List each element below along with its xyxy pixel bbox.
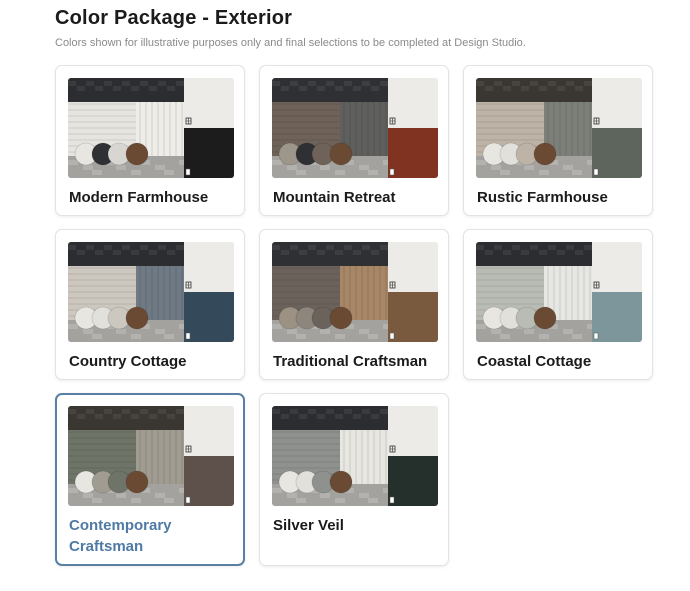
- package-name: Mountain Retreat: [273, 189, 396, 206]
- door-swatch: [388, 292, 438, 342]
- trim-swatch: [388, 406, 438, 456]
- door-swatch: [592, 128, 642, 178]
- package-name: Modern Farmhouse: [69, 189, 209, 206]
- paint-chip-4: [329, 306, 353, 330]
- package-name: Country Cottage: [69, 353, 187, 370]
- paint-chip-4: [125, 470, 149, 494]
- lamp-icon: [185, 496, 191, 504]
- door-swatch: [184, 128, 234, 178]
- lamp-icon: [185, 168, 191, 176]
- lamp-icon: [389, 168, 395, 176]
- package-name: Rustic Farmhouse: [477, 189, 608, 206]
- trim-swatch: [184, 406, 234, 456]
- paint-chip-4: [533, 306, 557, 330]
- lamp-icon: [185, 332, 191, 340]
- package-name: Traditional Craftsman: [273, 353, 428, 370]
- paint-chip-4: [533, 142, 557, 166]
- trim-swatch: [388, 242, 438, 292]
- color-swatch-image: [272, 242, 438, 342]
- trim-swatch: [184, 78, 234, 128]
- color-swatch-image: [476, 78, 642, 178]
- door-swatch: [184, 292, 234, 342]
- package-card-silver-veil[interactable]: Silver Veil: [259, 393, 449, 566]
- package-card-rustic-farmhouse[interactable]: Rustic Farmhouse: [463, 65, 653, 216]
- trim-swatch: [388, 78, 438, 128]
- lamp-icon: [593, 332, 599, 340]
- color-swatch-image: [68, 242, 234, 342]
- color-swatch-image: [272, 78, 438, 178]
- door-swatch: [388, 456, 438, 506]
- trim-swatch: [592, 78, 642, 128]
- door-swatch: [592, 292, 642, 342]
- package-name: Coastal Cottage: [477, 353, 592, 370]
- paint-chip-4: [125, 142, 149, 166]
- color-swatch-image: [68, 406, 234, 506]
- package-name: Contemporary Craftsman: [69, 517, 172, 555]
- lamp-icon: [389, 332, 395, 340]
- color-swatch-image: [68, 78, 234, 178]
- package-card-country-cottage[interactable]: Country Cottage: [55, 229, 245, 380]
- color-swatch-image: [476, 242, 642, 342]
- page-subtitle: Colors shown for illustrative purposes o…: [55, 37, 526, 49]
- page-title: Color Package - Exterior: [55, 7, 293, 29]
- paint-chip-4: [329, 470, 353, 494]
- trim-swatch: [184, 242, 234, 292]
- package-card-contemporary-craftsman[interactable]: Contemporary Craftsman: [55, 393, 245, 566]
- color-swatch-image: [272, 406, 438, 506]
- package-name: Silver Veil: [273, 517, 344, 534]
- package-card-traditional-craftsman[interactable]: Traditional Craftsman: [259, 229, 449, 380]
- door-swatch: [184, 456, 234, 506]
- trim-swatch: [592, 242, 642, 292]
- package-card-mountain-retreat[interactable]: Mountain Retreat: [259, 65, 449, 216]
- paint-chip-4: [125, 306, 149, 330]
- package-card-coastal-cottage[interactable]: Coastal Cottage: [463, 229, 653, 380]
- lamp-icon: [593, 168, 599, 176]
- paint-chip-4: [329, 142, 353, 166]
- door-swatch: [388, 128, 438, 178]
- package-card-modern-farmhouse[interactable]: Modern Farmhouse: [55, 65, 245, 216]
- lamp-icon: [389, 496, 395, 504]
